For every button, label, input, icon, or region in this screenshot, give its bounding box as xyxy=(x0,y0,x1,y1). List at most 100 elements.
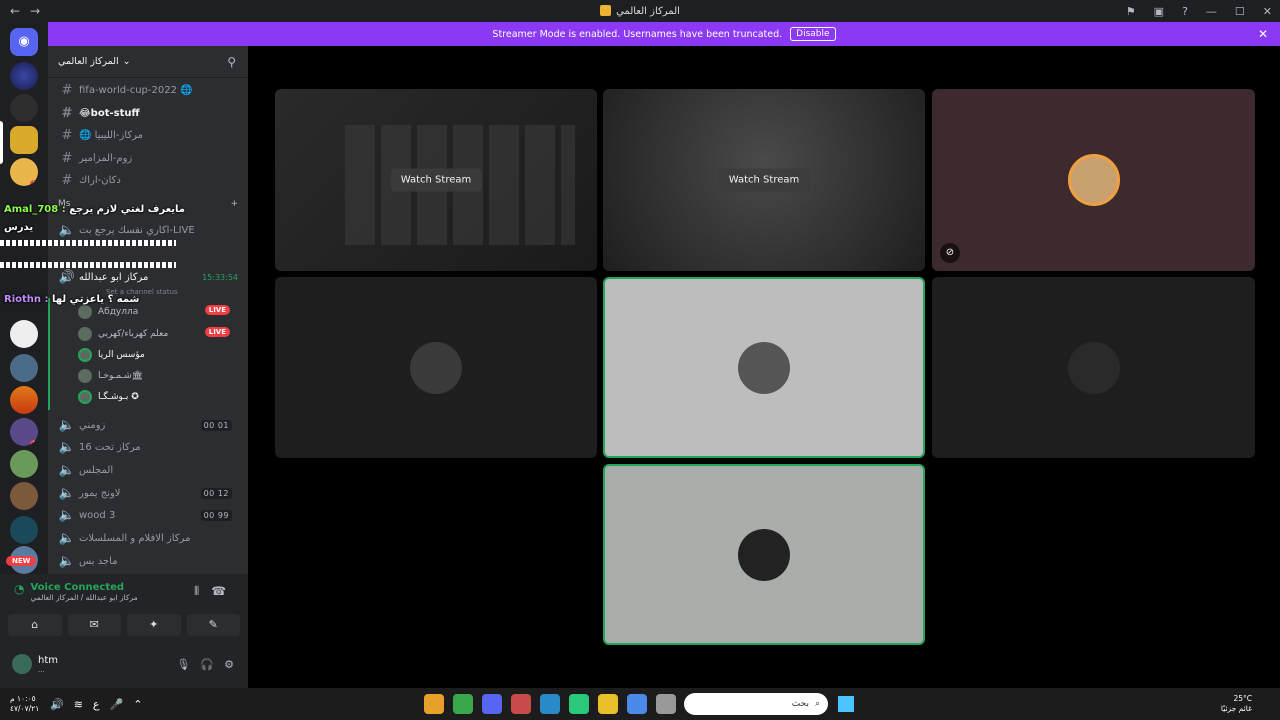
stream-tile[interactable]: Watch Stream xyxy=(603,89,925,271)
speaker-icon: 🔈 xyxy=(58,553,76,569)
windows-start-icon[interactable] xyxy=(838,696,854,712)
user-tile[interactable]: ⊘ xyxy=(932,89,1255,271)
user-count: 00 01 xyxy=(200,419,232,431)
chrome-icon[interactable] xyxy=(453,694,473,714)
folder-icon[interactable] xyxy=(598,694,618,714)
user-tile-speaking[interactable] xyxy=(603,277,925,458)
server-icon[interactable] xyxy=(10,516,38,544)
add-channel-icon[interactable]: + xyxy=(230,199,238,209)
voice-channel[interactable]: 🔈 مركاز تحت 16 xyxy=(58,437,240,457)
server-icon[interactable] xyxy=(10,320,38,348)
voice-channel[interactable]: 🔈 ماجد بس xyxy=(58,551,240,571)
speaker-icon: 🔈 xyxy=(58,222,76,238)
mic-icon[interactable]: 🎤 xyxy=(110,698,124,711)
forward-arrow-icon[interactable]: → xyxy=(30,4,40,18)
category-header[interactable]: Ms + xyxy=(58,194,240,214)
voice-status: Voice Connected xyxy=(30,582,125,593)
watch-stream-button[interactable]: Watch Stream xyxy=(718,168,810,192)
server-icon[interactable]: 1 xyxy=(10,158,38,186)
language-indicator[interactable]: ع xyxy=(93,698,100,711)
voice-user[interactable]: معلم كهرباء/كهربي LIVE xyxy=(78,324,240,344)
server-icon[interactable] xyxy=(10,386,38,414)
search-box[interactable]: بحث ⌕ xyxy=(684,693,828,715)
voice-channel[interactable]: 🔈 المجلس xyxy=(58,460,240,480)
close-window-button[interactable]: ✕ xyxy=(1263,5,1272,18)
app-icon[interactable] xyxy=(656,694,676,714)
soundboard-button[interactable]: ✎ xyxy=(186,614,240,636)
user-tile[interactable] xyxy=(932,277,1255,458)
voice-user[interactable]: Абдулла LIVE xyxy=(78,302,240,322)
server-icon[interactable] xyxy=(10,450,38,478)
server-icon[interactable]: 3 xyxy=(10,418,38,446)
weather-widget[interactable]: 25°C غائم جزئيًا xyxy=(1221,694,1252,714)
avatar xyxy=(738,528,790,581)
disable-button[interactable]: Disable xyxy=(790,27,836,41)
live-badge: LIVE xyxy=(204,305,230,315)
voice-panel: ◔ Voice Connected مركاز ابو عبدالله / ال… xyxy=(0,574,248,688)
avatar[interactable] xyxy=(12,654,32,674)
avatar xyxy=(1067,154,1120,206)
camera-button[interactable]: ⌂ xyxy=(8,614,62,636)
app-icon[interactable] xyxy=(511,694,531,714)
hashtag-icon: # xyxy=(61,172,73,188)
server-icon[interactable] xyxy=(10,354,38,382)
server-icon-current[interactable] xyxy=(10,126,38,154)
back-arrow-icon[interactable]: ← xyxy=(10,4,20,18)
user-tile-speaking[interactable] xyxy=(603,464,925,645)
voice-channel-active[interactable]: 🔊 مركاز ابو عبدالله 15:33:54 xyxy=(58,269,240,285)
screen-share-button[interactable]: ✉ xyxy=(67,614,121,636)
user-status: ... xyxy=(38,665,45,674)
server-icon[interactable] xyxy=(10,62,38,90)
chrome-icon[interactable] xyxy=(424,694,444,714)
app-icon[interactable] xyxy=(540,694,560,714)
signal-icon[interactable]: ◔ xyxy=(14,582,24,602)
add-user-icon[interactable]: ⚲ xyxy=(227,55,236,69)
close-banner-icon[interactable]: ✕ xyxy=(1258,27,1268,41)
channel-item[interactable]: # دكان-اراك xyxy=(58,170,240,190)
store-icon[interactable] xyxy=(627,694,647,714)
wifi-icon[interactable]: ≋ xyxy=(74,698,83,711)
disconnect-icon[interactable]: ☎ xyxy=(211,584,226,599)
voice-user[interactable]: مؤسس الريا xyxy=(78,345,145,365)
channel-item[interactable]: # fifa-world-cup-2022 🌐 xyxy=(58,80,240,100)
voice-channel[interactable]: 🔈 زومني 00 01 xyxy=(58,415,240,435)
noise-suppression-icon[interactable]: ⦀ xyxy=(194,584,199,599)
channel-item[interactable]: # 😂bot-stuff xyxy=(58,103,240,123)
volume-icon[interactable]: 🔊 xyxy=(50,698,64,711)
chevron-up-icon[interactable]: ⌃ xyxy=(133,698,142,711)
voice-channel[interactable]: 🔈 اكاري نفسك يرجع بت-LIVE xyxy=(58,220,240,240)
help-icon[interactable]: ? xyxy=(1182,5,1188,18)
gear-icon[interactable]: ⚙ xyxy=(224,658,234,671)
activity-button[interactable]: ✦ xyxy=(127,614,181,636)
voice-channel[interactable]: 🔈 لاونج يمور 00 12 xyxy=(58,483,240,503)
clock-time[interactable]: ١٠:٠٥ م xyxy=(10,694,39,704)
avatar xyxy=(78,327,92,341)
app-icon[interactable] xyxy=(569,694,589,714)
server-icon[interactable] xyxy=(10,482,38,510)
server-header[interactable]: المركاز العالمي ⌄ ⚲ xyxy=(48,46,248,78)
inbox-icon[interactable]: ⚑ xyxy=(1126,5,1136,18)
voice-user[interactable]: شـمـوخـا🏛 xyxy=(78,366,143,386)
username: htm xyxy=(38,654,58,666)
watch-stream-button[interactable]: Watch Stream xyxy=(390,168,482,192)
channel-item[interactable]: # زوم-المزامير xyxy=(58,148,240,168)
server-icon[interactable] xyxy=(10,94,38,122)
microphone-icon[interactable]: 🎙 xyxy=(176,658,190,671)
hashtag-icon: # xyxy=(61,105,73,121)
stream-tile[interactable]: Watch Stream xyxy=(275,89,597,271)
speaker-icon: 🔈 xyxy=(58,530,76,546)
user-tile[interactable] xyxy=(275,277,597,458)
channel-item[interactable]: # 🌐 مركاز-الليبيا xyxy=(58,125,240,145)
headphones-icon[interactable]: 🎧 xyxy=(200,658,214,671)
maximize-button[interactable]: ☐ xyxy=(1235,5,1245,18)
discord-home-icon[interactable]: ◉ xyxy=(10,28,38,56)
clock-date[interactable]: ٤٧/٠٧/٢١ xyxy=(10,704,39,714)
voice-channel-path[interactable]: مركاز ابو عبدالله / المركاز العالمي xyxy=(30,593,137,602)
discord-icon[interactable] xyxy=(482,694,502,714)
channel-status[interactable]: Set a channel status xyxy=(106,288,178,296)
voice-channel[interactable]: 🔈 مركاز الافلام و المسلسلات xyxy=(58,528,240,548)
window-icon[interactable]: ▣ xyxy=(1154,5,1164,18)
minimize-button[interactable]: — xyxy=(1206,5,1217,18)
voice-user[interactable]: بـوشـگـا ✪ xyxy=(78,387,139,407)
voice-channel[interactable]: 🔈 wood 3 00 99 xyxy=(58,505,240,525)
